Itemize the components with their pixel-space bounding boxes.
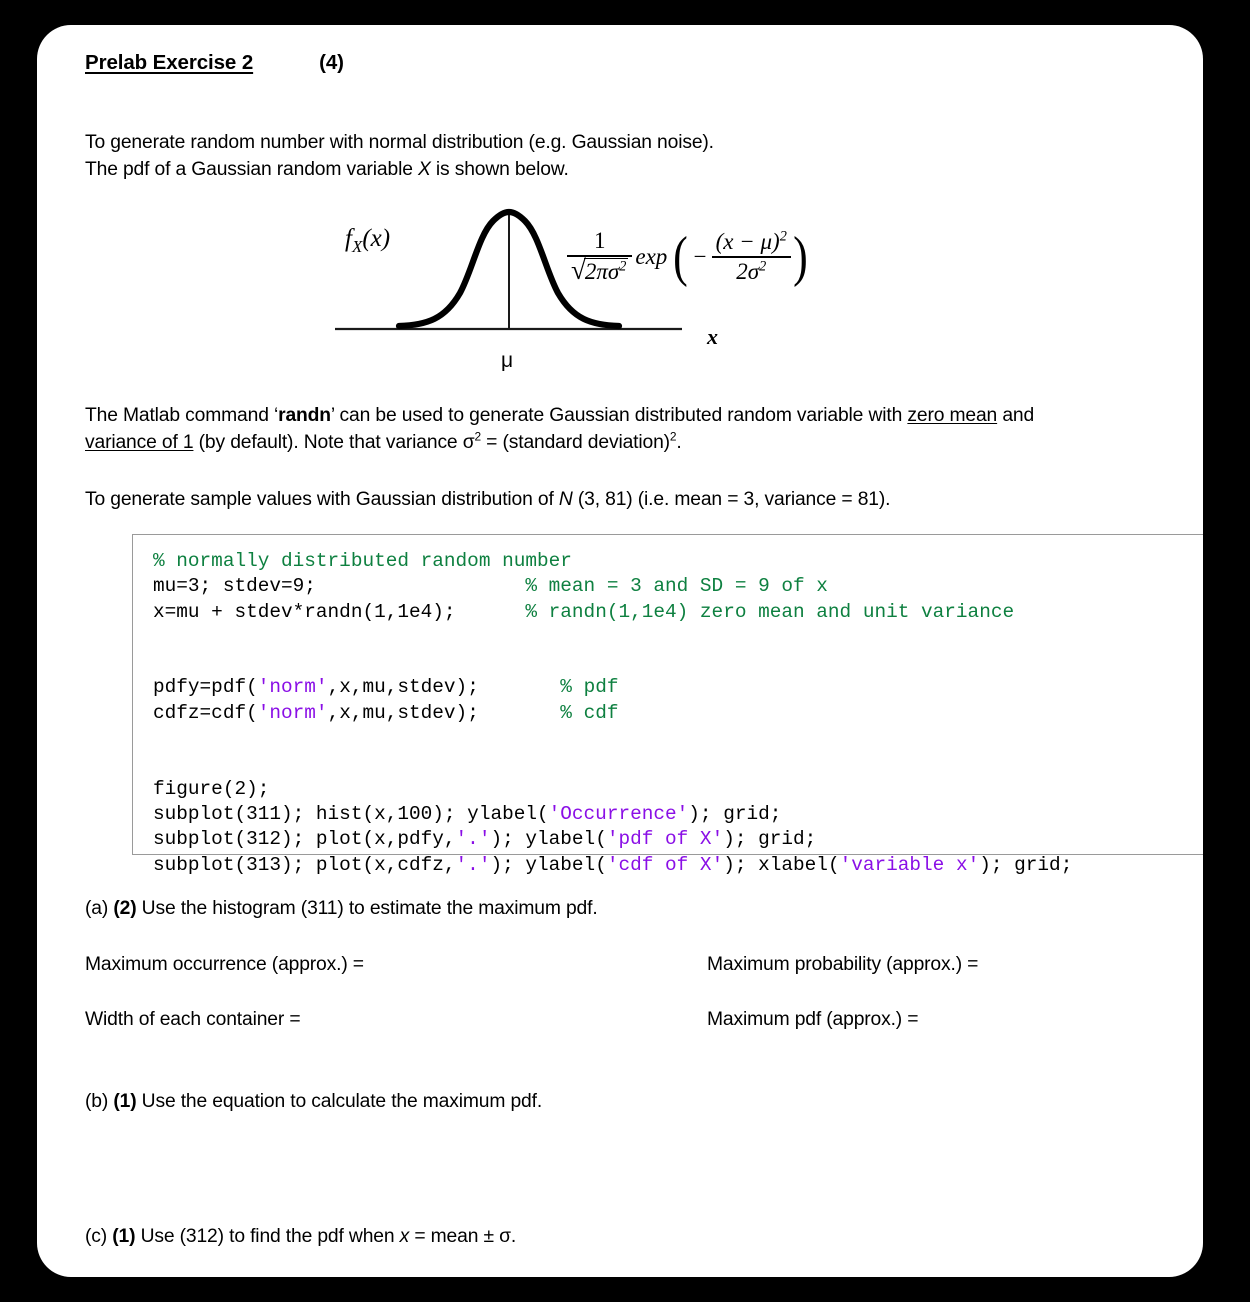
code-line: mu=3; stdev=9; % mean = 3 and SD = 9 of … bbox=[153, 575, 828, 598]
answer-label-max-probability: Maximum probability (approx.) = bbox=[707, 954, 979, 975]
exponent-denominator: 2σ2 bbox=[736, 258, 767, 284]
code-line: subplot(311); hist(x,100); ylabel('Occur… bbox=[153, 802, 782, 825]
exercise-title: Prelab Exercise 2 bbox=[85, 51, 254, 74]
gaussian-pdf-equation: 1 √ 2πσ2 exp ( − (x − μ)2 2σ2 ) bbox=[567, 221, 810, 293]
variance-text-b: = (standard deviation) bbox=[480, 432, 670, 453]
pdf-argument: (x) bbox=[362, 225, 391, 252]
question-c-points: (1) bbox=[112, 1226, 136, 1247]
code-line: x=mu + stdev*randn(1,1e4); % randn(1,1e4… bbox=[153, 600, 1015, 623]
code-line: cdfz=cdf('norm',x,mu,stdev); % cdf bbox=[153, 701, 619, 724]
page-title: Prelab Exercise 2 (4) bbox=[85, 51, 344, 75]
answer-field-max-occurrence: Maximum occurrence (approx.) = bbox=[85, 951, 364, 978]
code-line: pdfy=pdf('norm',x,mu,stdev); % pdf bbox=[153, 676, 619, 699]
document-page: Prelab Exercise 2 (4) To generate random … bbox=[37, 25, 1203, 1277]
intro-line-2-pre: The pdf of a Gaussian random variable bbox=[85, 159, 418, 180]
question-a-label: (a) bbox=[85, 898, 109, 919]
variance-of-1-underlined: variance of 1 bbox=[85, 432, 194, 453]
normalization-fraction: 1 √ 2πσ2 bbox=[567, 228, 633, 286]
question-b-text: Use the equation to calculate the maximu… bbox=[136, 1091, 543, 1112]
variance-text-c: . bbox=[676, 432, 682, 453]
code-string-literal: 'norm' bbox=[257, 701, 328, 724]
radicand: 2πσ2 bbox=[583, 257, 629, 284]
question-b-points: (1) bbox=[113, 1091, 137, 1112]
question-c-label: (c) bbox=[85, 1226, 108, 1247]
intro-line-2-post: is shown below. bbox=[430, 159, 569, 180]
sample-values-paragraph: To generate sample values with Gaussian … bbox=[85, 486, 891, 513]
code-string-literal: 'cdf of X' bbox=[606, 853, 724, 876]
intro-variable-x: X bbox=[417, 159, 431, 180]
question-c-text-b: = mean ± σ. bbox=[409, 1226, 517, 1247]
randn-keyword: randn bbox=[278, 405, 331, 426]
code-comment: % pdf bbox=[560, 676, 619, 699]
matlab-code-block: % normally distributed random number mu=… bbox=[132, 534, 1203, 876]
question-a-text: Use the histogram (311) to estimate the … bbox=[136, 898, 598, 919]
x-axis-label: x bbox=[707, 324, 718, 349]
pdf-function-label: fX(x) bbox=[345, 225, 391, 256]
exercise-points: (4) bbox=[319, 51, 344, 74]
randn-text-b: ’ can be used to generate Gaussian distr… bbox=[330, 405, 908, 426]
intro-line-1: To generate random number with normal di… bbox=[85, 132, 714, 153]
question-c-text-a: Use (312) to find the pdf when bbox=[135, 1226, 400, 1247]
code-string-literal: '.' bbox=[455, 828, 491, 851]
exponent-fraction-bar bbox=[711, 256, 791, 258]
distribution-symbol-n: N bbox=[558, 489, 573, 510]
question-b-label: (b) bbox=[85, 1091, 109, 1112]
code-line: subplot(312); plot(x,pdfy,'.'); ylabel('… bbox=[153, 828, 817, 851]
right-paren-icon: ) bbox=[792, 225, 808, 288]
randn-text-c: and bbox=[997, 405, 1035, 426]
mu-tick-label: μ bbox=[501, 349, 514, 372]
intro-paragraph: To generate random number with normal di… bbox=[85, 129, 714, 183]
fraction-denominator: √ 2πσ2 bbox=[567, 254, 632, 286]
exponent-numerator: (x − μ)2 bbox=[715, 228, 787, 255]
sample-text-b: (3, 81) (i.e. mean = 3, variance = 81). bbox=[572, 489, 891, 510]
fraction-numerator: 1 bbox=[593, 228, 606, 254]
exponent-fraction: (x − μ)2 2σ2 bbox=[711, 228, 791, 284]
answer-field-max-probability: Maximum probability (approx.) = bbox=[707, 951, 978, 978]
variance-text-a: (by default). Note that variance σ bbox=[193, 432, 475, 453]
radical-sign-icon: √ bbox=[571, 254, 586, 285]
code-comment: % cdf bbox=[560, 701, 619, 724]
code-string-literal: 'pdf of X' bbox=[606, 828, 724, 851]
negative-sign: − bbox=[692, 244, 708, 269]
answer-label-container-width: Width of each container = bbox=[85, 1009, 301, 1030]
exp-operator: exp bbox=[635, 244, 668, 269]
code-string-literal: 'norm' bbox=[257, 676, 328, 699]
answer-label-max-pdf: Maximum pdf (approx.) = bbox=[707, 1009, 919, 1030]
question-c: (c) (1) Use (312) to find the pdf when x… bbox=[85, 1223, 516, 1250]
zero-mean-underlined: zero mean bbox=[907, 405, 998, 426]
code-comment: % normally distributed random number bbox=[153, 550, 572, 572]
square-root: √ 2πσ2 bbox=[571, 254, 629, 285]
answer-label-max-occurrence: Maximum occurrence (approx.) = bbox=[85, 954, 364, 975]
pdf-f-symbol: f bbox=[345, 225, 352, 252]
code-string-literal: 'variable x' bbox=[839, 853, 980, 876]
question-a-points: (2) bbox=[113, 898, 137, 919]
code-comment: % mean = 3 and SD = 9 of x bbox=[525, 575, 828, 598]
matlab-randn-paragraph: The Matlab command ‘randn’ can be used t… bbox=[85, 402, 1034, 456]
code-comment: % randn(1,1e4) zero mean and unit varian… bbox=[525, 600, 1015, 623]
randn-text-a: The Matlab command ‘ bbox=[85, 405, 279, 426]
question-c-variable-x: x bbox=[399, 1226, 410, 1247]
code-line: figure(2); bbox=[153, 777, 270, 800]
answer-field-container-width: Width of each container = bbox=[85, 1006, 301, 1033]
matlab-code-lines: % normally distributed random number mu=… bbox=[153, 549, 1072, 878]
pdf-subscript-x: X bbox=[351, 237, 363, 256]
left-paren-icon: ( bbox=[673, 225, 689, 288]
sample-text-a: To generate sample values with Gaussian … bbox=[85, 489, 559, 510]
question-a: (a) (2) Use the histogram (311) to estim… bbox=[85, 895, 598, 922]
code-string-literal: 'Occurrence' bbox=[548, 802, 689, 825]
code-string-literal: '.' bbox=[455, 853, 491, 876]
answer-field-max-pdf: Maximum pdf (approx.) = bbox=[707, 1006, 919, 1033]
code-line: subplot(313); plot(x,cdfz,'.'); ylabel('… bbox=[153, 853, 1073, 876]
question-b: (b) (1) Use the equation to calculate th… bbox=[85, 1088, 542, 1115]
code-line: % normally distributed random number bbox=[153, 550, 572, 572]
